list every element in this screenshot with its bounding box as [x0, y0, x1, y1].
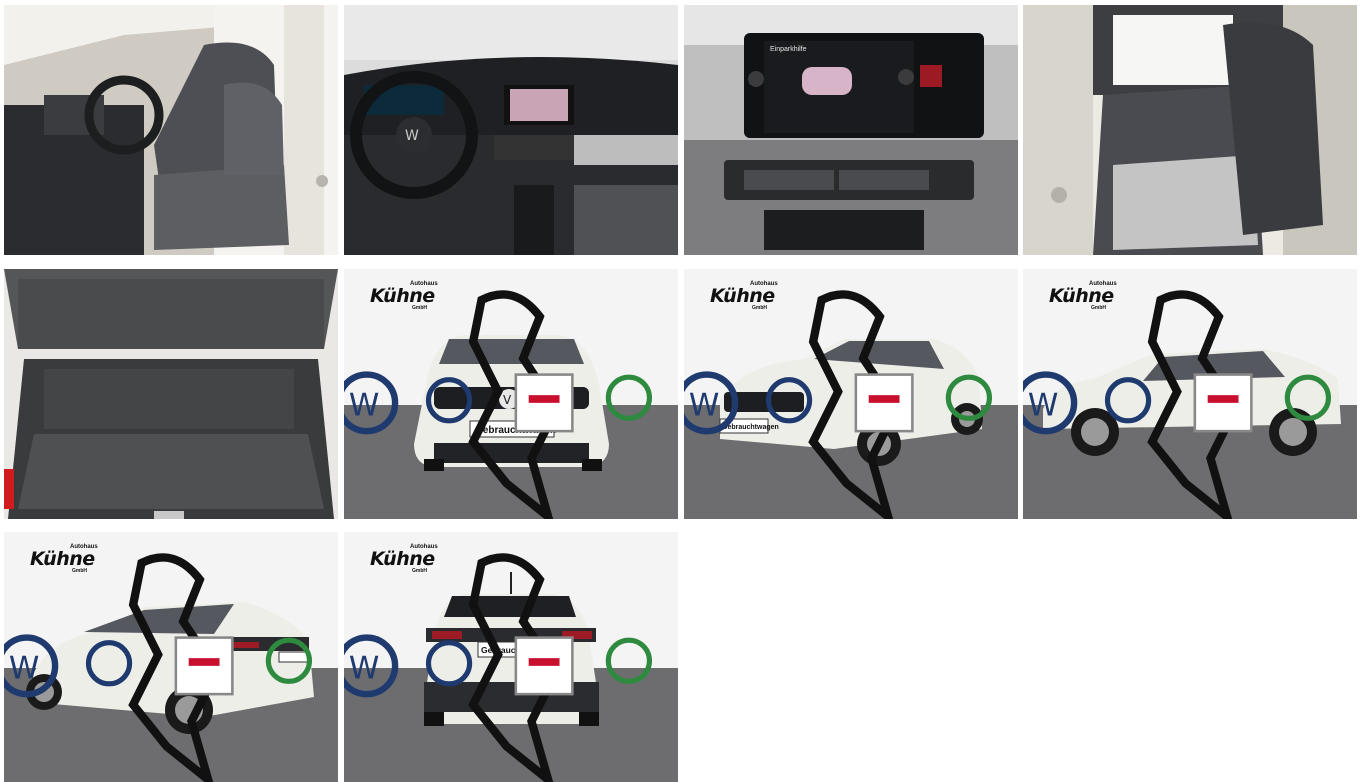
cockpit-photo: W	[344, 5, 678, 255]
gallery-image-car-side[interactable]: Autohaus Kühne GmbH W	[1023, 269, 1357, 519]
infotainment-photo: Einparkhilfe	[684, 5, 1018, 255]
rear-plate: Gebrauchtwagen	[481, 645, 550, 655]
gallery-image-car-front[interactable]: V Gebrauchtwagen Autohaus Kühne GmbH W	[344, 269, 678, 519]
trunk-photo	[4, 269, 338, 519]
svg-text:W: W	[405, 128, 419, 144]
car-rear-three-quarter-photo	[4, 532, 338, 782]
car-front-three-quarter-photo: Gebrauchtwagen	[684, 269, 1018, 519]
svg-text:V: V	[503, 393, 512, 407]
car-front-photo: V Gebrauchtwagen	[344, 269, 678, 519]
gallery-image-car-rear-three-quarter[interactable]: Autohaus Kühne GmbH W	[4, 532, 338, 782]
gallery-image-car-rear[interactable]: Gebrauchtwagen Autohaus Kühne GmbH W	[344, 532, 678, 782]
parking-screen-title: Einparkhilfe	[770, 46, 807, 53]
gallery-image-trunk[interactable]	[4, 269, 338, 519]
gallery-image-rear-seats[interactable]	[1023, 5, 1357, 255]
gallery-image-car-front-three-quarter[interactable]: Gebrauchtwagen Autohaus Kühne GmbH W	[684, 269, 1018, 519]
rear-seats-photo	[1023, 5, 1357, 255]
car-rear-photo: Gebrauchtwagen	[344, 532, 678, 782]
gallery-image-infotainment[interactable]: Einparkhilfe	[684, 5, 1018, 255]
image-gallery: W Einparkhilfe V Gebrauchtwagen Autohaus…	[0, 0, 1365, 782]
gallery-image-front-seats[interactable]	[4, 5, 338, 255]
front-plate: Gebrauchtwagen	[475, 425, 556, 436]
three-quarter-plate: Gebrauchtwagen	[722, 424, 779, 431]
car-side-photo	[1023, 269, 1357, 519]
front-seats-photo	[4, 5, 338, 255]
gallery-image-cockpit[interactable]: W	[344, 5, 678, 255]
